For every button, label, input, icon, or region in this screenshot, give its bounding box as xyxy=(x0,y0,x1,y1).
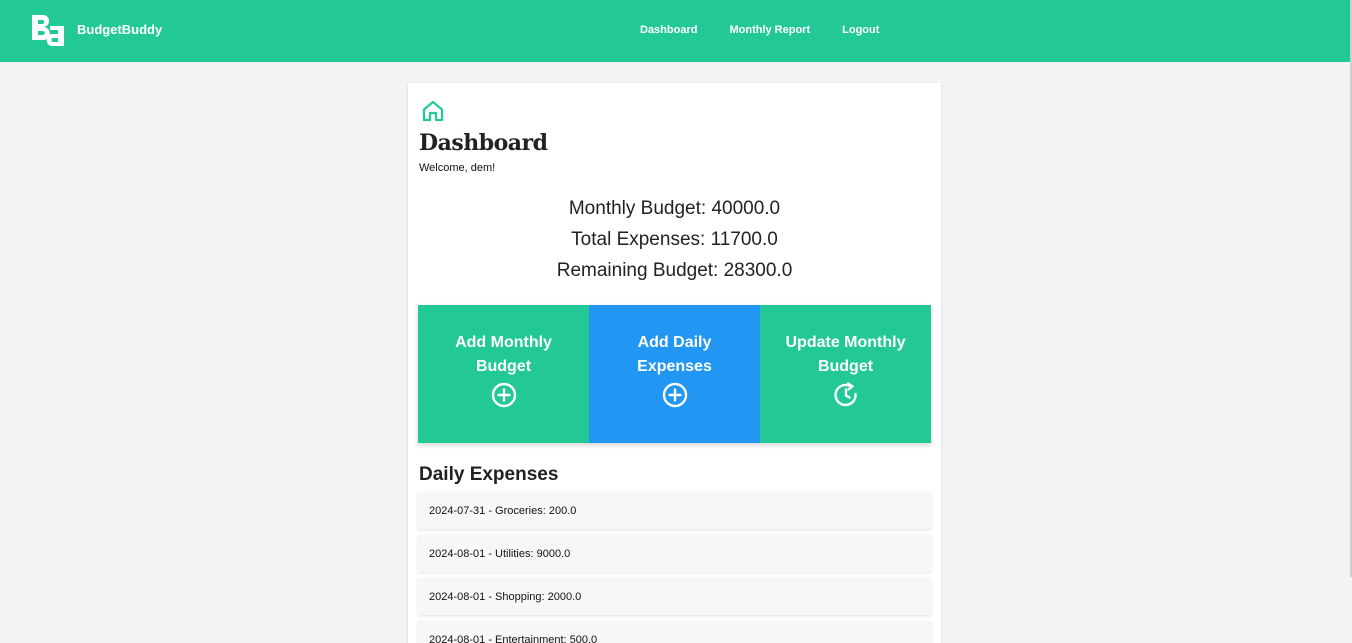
daily-expenses-list: 2024-07-31 - Groceries: 200.0 2024-08-01… xyxy=(418,492,931,643)
expense-item: 2024-08-01 - Shopping: 2000.0 xyxy=(418,578,931,615)
budget-summary: Monthly Budget: 40000.0 Total Expenses: … xyxy=(408,196,941,289)
plus-circle-icon xyxy=(491,382,516,408)
expense-item: 2024-08-01 - Entertainment: 500.0 xyxy=(418,621,931,643)
update-monthly-budget-button[interactable]: Update Monthly Budget xyxy=(760,305,931,443)
expense-item: 2024-08-01 - Utilities: 9000.0 xyxy=(418,535,931,572)
remaining-budget-value: Remaining Budget: 28300.0 xyxy=(556,260,793,281)
total-expenses-value: Total Expenses: 11700.0 xyxy=(571,229,778,250)
brand-name: BudgetBuddy xyxy=(77,21,163,37)
update-monthly-budget-label: Update Monthly Budget xyxy=(785,334,906,375)
nav-links: Dashboard Monthly Report Logout xyxy=(640,24,911,36)
daily-expenses-heading: Daily Expenses xyxy=(419,464,559,485)
expense-item: 2024-07-31 - Groceries: 200.0 xyxy=(418,492,931,529)
action-tiles: Add Monthly Budget Add Daily Expenses Up… xyxy=(418,305,931,443)
add-daily-expenses-button[interactable]: Add Daily Expenses xyxy=(589,305,760,443)
monthly-budget-value: Monthly Budget: 40000.0 xyxy=(568,198,781,219)
plus-circle-icon xyxy=(662,382,687,408)
add-daily-expenses-label: Add Daily Expenses xyxy=(637,334,712,375)
bb-logo-icon xyxy=(32,15,64,46)
nav-logout-link[interactable]: Logout xyxy=(842,24,879,36)
page-title: Dashboard xyxy=(419,130,548,156)
home-icon xyxy=(422,100,444,122)
welcome-message: Welcome, dem! xyxy=(419,162,496,174)
nav-dashboard-link[interactable]: Dashboard xyxy=(640,24,697,36)
dashboard-card: Dashboard Welcome, dem! Monthly Budget: … xyxy=(408,83,941,643)
clock-refresh-icon xyxy=(833,382,857,407)
brand-link[interactable]: BudgetBuddy xyxy=(30,13,162,47)
top-navbar: BudgetBuddy Dashboard Monthly Report Log… xyxy=(0,0,1350,62)
add-monthly-budget-label: Add Monthly Budget xyxy=(455,334,552,375)
nav-monthly-report-link[interactable]: Monthly Report xyxy=(729,24,810,36)
add-monthly-budget-button[interactable]: Add Monthly Budget xyxy=(418,305,589,443)
